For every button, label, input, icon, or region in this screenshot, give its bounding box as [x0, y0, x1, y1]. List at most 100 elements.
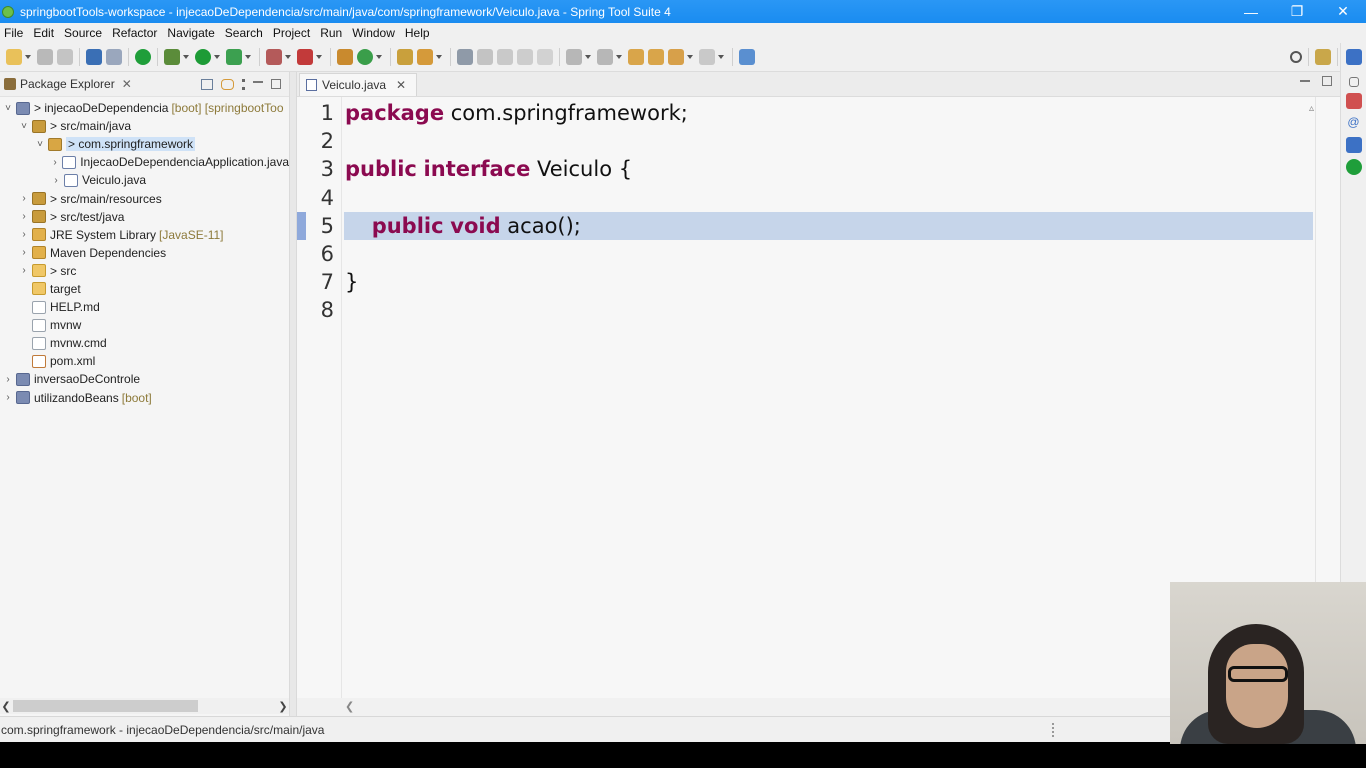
debug-icon[interactable]	[164, 49, 180, 65]
tree-item[interactable]: ˅ > com.springframework	[0, 135, 289, 153]
scroll-left-icon[interactable]: ❮	[0, 700, 12, 713]
close-button[interactable]: ✕	[1320, 3, 1366, 20]
editor-scroll-left-icon[interactable]: ❮	[345, 700, 354, 713]
menu-source[interactable]: Source	[60, 26, 108, 40]
tree-twisty-icon[interactable]: ›	[18, 229, 30, 240]
code-line[interactable]: public void acao();	[345, 212, 581, 240]
back-icon[interactable]	[668, 49, 684, 65]
tree-item[interactable]: › InjecaoDeDependenciaApplication.java	[0, 153, 289, 171]
new-java-class-icon[interactable]	[357, 49, 373, 65]
previous-annotation-icon[interactable]	[597, 49, 613, 65]
spring-boot-dashboard-icon[interactable]	[135, 49, 151, 65]
close-view-icon[interactable]: ✕	[122, 77, 132, 91]
coverage-icon[interactable]	[226, 49, 242, 65]
tree-item[interactable]: › Veiculo.java	[0, 171, 289, 189]
link-with-editor-icon[interactable]	[221, 78, 234, 90]
search-tool-icon[interactable]	[417, 49, 433, 65]
package-explorer-tab[interactable]: Package Explorer ✕	[0, 72, 289, 97]
menu-file[interactable]: File	[0, 26, 29, 40]
minimize-editor-icon[interactable]	[1300, 80, 1310, 82]
tree-twisty-icon[interactable]: ›	[50, 175, 62, 186]
menu-search[interactable]: Search	[221, 26, 269, 40]
tree-item[interactable]: mvnw.cmd	[0, 334, 289, 352]
tree-twisty-icon[interactable]: ˅	[18, 121, 30, 132]
tree-twisty-icon[interactable]: ›	[18, 265, 30, 276]
javadoc-view-icon[interactable]: @	[1346, 115, 1362, 131]
pilcrow-icon[interactable]	[537, 49, 553, 65]
tree-item[interactable]: target	[0, 280, 289, 298]
tree-item[interactable]: › inversaoDeControle	[0, 370, 289, 388]
toggle-block-selection-icon[interactable]	[497, 49, 513, 65]
toggle-mark-occurrences-icon[interactable]	[457, 49, 473, 65]
menu-navigate[interactable]: Navigate	[163, 26, 220, 40]
tree-item[interactable]: HELP.md	[0, 298, 289, 316]
package-explorer-title[interactable]: Package Explorer	[20, 77, 115, 91]
menu-project[interactable]: Project	[269, 26, 316, 40]
open-perspective-icon[interactable]	[1315, 49, 1331, 65]
tree-item[interactable]: ˅ > src/main/java	[0, 117, 289, 135]
new-java-class-dropdown-icon[interactable]	[376, 55, 382, 59]
close-tab-icon[interactable]: ✕	[396, 78, 406, 92]
stop-icon[interactable]	[266, 49, 282, 65]
debug-dropdown-icon[interactable]	[183, 55, 189, 59]
tree-item[interactable]: pom.xml	[0, 352, 289, 370]
last-edit-location-icon[interactable]	[628, 49, 644, 65]
tree-item[interactable]: ˅ > injecaoDeDependencia [boot] [springboo…	[0, 99, 289, 117]
pin-editor-icon[interactable]	[739, 49, 755, 65]
terminal-icon[interactable]	[86, 49, 102, 65]
tree-twisty-icon[interactable]: ˅	[34, 139, 46, 150]
tree-twisty-icon[interactable]: ›	[2, 374, 14, 385]
scroll-up-icon[interactable]: ▵	[1309, 103, 1314, 114]
tree-item[interactable]: › Maven Dependencies	[0, 244, 289, 262]
tree-twisty-icon[interactable]: ›	[2, 392, 14, 403]
tree-item[interactable]: › > src/main/resources	[0, 189, 289, 207]
menu-help[interactable]: Help	[401, 26, 436, 40]
search-tool-dropdown-icon[interactable]	[436, 55, 442, 59]
tree-twisty-icon[interactable]: ›	[18, 211, 30, 222]
menu-window[interactable]: Window	[348, 26, 401, 40]
new-java-package-icon[interactable]	[337, 49, 353, 65]
show-whitespace-icon[interactable]	[517, 49, 533, 65]
minimize-view-icon[interactable]	[253, 81, 263, 83]
previous-annotation-dropdown-icon[interactable]	[616, 55, 622, 59]
back-dropdown-icon[interactable]	[687, 55, 693, 59]
minimize-button[interactable]: —	[1228, 4, 1274, 20]
tree-twisty-icon[interactable]: ˅	[2, 103, 14, 114]
restore-trim-icon[interactable]	[1348, 77, 1359, 87]
skip-breakpoints-icon[interactable]	[106, 49, 122, 65]
search-icon[interactable]	[1290, 51, 1302, 63]
tree-twisty-icon[interactable]: ›	[50, 157, 60, 168]
run-icon[interactable]	[195, 49, 211, 65]
external-tools-icon[interactable]	[297, 49, 313, 65]
editor-tab-veiculo[interactable]: Veiculo.java ✕	[299, 73, 418, 96]
maximize-view-icon[interactable]	[271, 79, 281, 89]
save-all-icon[interactable]	[57, 49, 73, 65]
tree-item[interactable]: › JRE System Library [JavaSE-11]	[0, 226, 289, 244]
scrollbar-thumb[interactable]	[13, 700, 198, 712]
tree-item[interactable]: › utilizandoBeans [boot]	[0, 389, 289, 407]
open-type-icon[interactable]	[397, 49, 413, 65]
menu-run[interactable]: Run	[316, 26, 348, 40]
tree-item[interactable]: › > src	[0, 262, 289, 280]
view-menu-icon[interactable]	[242, 78, 245, 90]
tree-twisty-icon[interactable]: ›	[18, 247, 30, 258]
console-view-icon[interactable]	[1345, 137, 1362, 153]
menu-edit[interactable]: Edit	[29, 26, 60, 40]
panel-splitter[interactable]	[289, 72, 297, 716]
collapse-all-icon[interactable]	[201, 78, 213, 90]
next-annotation-icon[interactable]	[566, 49, 582, 65]
scroll-right-icon[interactable]: ❯	[277, 700, 289, 713]
coverage-dropdown-icon[interactable]	[245, 55, 251, 59]
new-icon[interactable]	[6, 49, 22, 65]
forward-edit-icon[interactable]	[648, 49, 664, 65]
forward-dropdown-icon[interactable]	[718, 55, 724, 59]
boot-dashboard-view-icon[interactable]	[1345, 159, 1362, 175]
next-annotation-dropdown-icon[interactable]	[585, 55, 591, 59]
maximize-editor-icon[interactable]	[1322, 76, 1332, 86]
new-dropdown-icon[interactable]	[25, 55, 31, 59]
forward-icon[interactable]	[699, 49, 715, 65]
external-tools-dropdown-icon[interactable]	[316, 55, 322, 59]
tree-item[interactable]: › > src/test/java	[0, 208, 289, 226]
problems-view-icon[interactable]	[1345, 93, 1362, 109]
menu-refactor[interactable]: Refactor	[108, 26, 163, 40]
